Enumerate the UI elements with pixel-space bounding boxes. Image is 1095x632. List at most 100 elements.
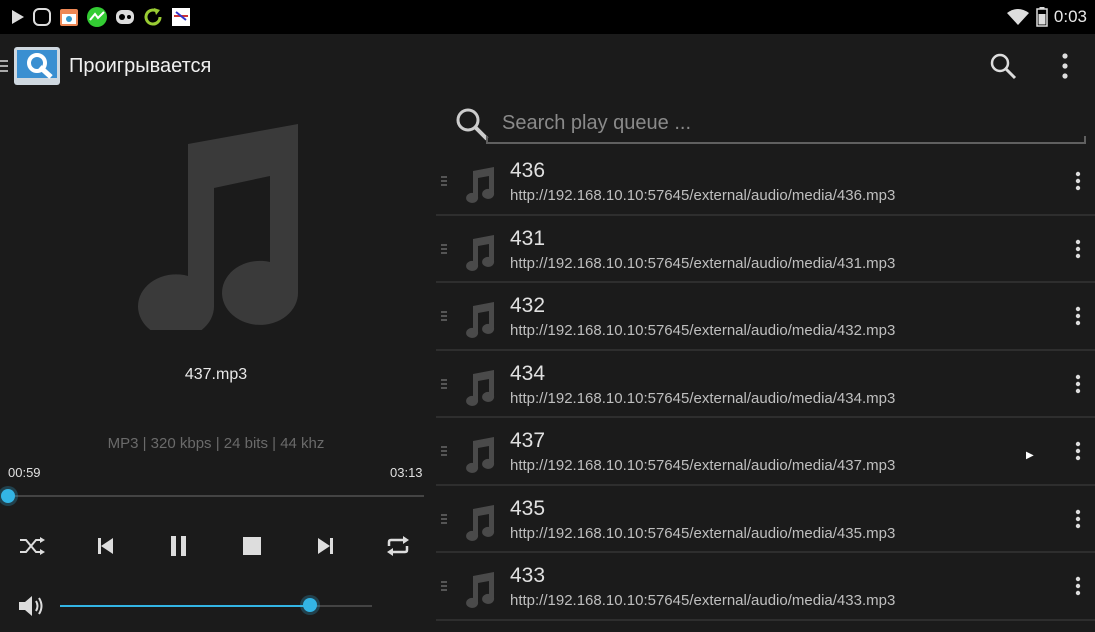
drag-handle-icon[interactable] [441,243,447,254]
action-bar-actions [989,52,1095,80]
drag-handle-icon[interactable] [441,176,447,186]
queue-item-title: 435 [510,496,546,520]
music-note-icon [466,437,495,473]
search-underline [486,136,1086,144]
battery-icon [1036,7,1048,27]
queue-item-menu-button[interactable] [1068,438,1088,464]
drag-handle-icon[interactable] [441,513,447,524]
stop-icon [243,537,261,555]
queue-item-menu-button[interactable] [1068,371,1088,397]
music-note-icon [466,234,495,271]
repeat-button[interactable] [378,526,418,566]
queue-item-menu-button[interactable] [1068,168,1088,194]
search-icon [990,53,1017,80]
now-playing-indicator-icon: ▶ [1026,450,1034,461]
overflow-menu-icon [1075,239,1081,258]
gamepad-icon [116,10,134,24]
total-time: 03:13 [390,465,423,480]
stop-button[interactable] [232,526,272,566]
queue-list: 436 http://192.168.10.10:57645/external/… [436,148,1095,621]
queue-search [436,98,1095,148]
system-icons: 0:03 [1006,7,1095,27]
previous-button[interactable] [86,526,126,566]
volume-thumb[interactable] [302,598,317,612]
queue-item-url: http://192.168.10.10:57645/external/audi… [510,187,896,204]
current-time: 00:59 [8,465,41,480]
drawer-indicator-icon[interactable] [0,60,8,72]
queue-item-url: http://192.168.10.10:57645/external/audi… [510,389,896,407]
wifi-icon [1006,9,1029,25]
music-note-icon [466,302,495,338]
overflow-menu-button[interactable] [1061,53,1069,79]
queue-item-url: http://192.168.10.10:57645/external/audi… [510,457,896,474]
track-name: 437.mp3 [184,366,248,383]
queue-item[interactable]: 431 http://192.168.10.10:57645/external/… [436,216,1095,283]
queue-item-url: http://192.168.10.10:57645/external/audi… [510,524,896,542]
refresh-icon [144,8,162,26]
next-button[interactable] [305,526,345,566]
search-icon [456,108,489,141]
drag-handle-icon[interactable] [441,311,447,321]
queue-item-title: 432 [510,294,546,317]
page-title: Проигрывается [69,54,212,77]
queue-item-menu-button[interactable] [1068,573,1088,599]
playback-controls [0,526,432,566]
queue-item-title: 433 [510,564,546,587]
queue-item-url: http://192.168.10.10:57645/external/audi… [510,254,896,272]
music-note-icon [466,369,495,406]
now-playing-panel: 437.mp3 MP3 | 320 kbps | 24 bits | 44 kh… [0,98,432,632]
stocks-icon [87,7,107,27]
queue-item-menu-button[interactable] [1068,236,1088,262]
album-art-music-note-icon [138,124,299,330]
action-bar: Проигрывается [0,34,1095,98]
queue-item[interactable]: 437 http://192.168.10.10:57645/external/… [436,418,1095,486]
overflow-menu-icon [1075,171,1081,191]
shuffle-icon [20,537,45,555]
queue-item-url: http://192.168.10.10:57645/external/audi… [510,592,896,609]
play-queue-panel: 436 http://192.168.10.10:57645/external/… [436,98,1095,632]
overflow-menu-icon [1075,576,1081,596]
drag-handle-icon[interactable] [441,581,447,591]
volume-icon[interactable] [16,592,48,620]
overflow-menu-icon [1075,374,1081,393]
overflow-menu-icon [1062,53,1068,79]
app-logo-icon[interactable] [13,46,61,86]
usb-icon [172,8,190,26]
music-note-icon [466,504,495,541]
shuffle-button[interactable] [12,526,52,566]
music-note-icon [466,572,495,608]
drag-handle-icon[interactable] [441,378,447,389]
queue-item[interactable]: 434 http://192.168.10.10:57645/external/… [436,351,1095,418]
queue-item[interactable]: 433 http://192.168.10.10:57645/external/… [436,553,1095,621]
queue-item[interactable]: 432 http://192.168.10.10:57645/external/… [436,283,1095,351]
status-bar: 0:03 [0,0,1095,34]
queue-item-url: http://192.168.10.10:57645/external/audi… [510,322,896,339]
queue-item[interactable]: 436 http://192.168.10.10:57645/external/… [436,148,1095,216]
browser-icon [33,8,51,26]
music-note-icon [466,167,495,203]
calendar-icon [60,9,78,26]
search-button[interactable] [989,52,1017,80]
volume-slider[interactable] [60,598,372,612]
seek-thumb[interactable] [1,489,15,503]
overflow-menu-icon [1075,509,1081,528]
play-icon [12,10,24,24]
queue-item-title: 431 [510,226,546,250]
notification-icons [0,6,192,28]
search-queue-input[interactable] [500,108,1084,138]
queue-item[interactable]: 435 http://192.168.10.10:57645/external/… [436,486,1095,553]
overflow-menu-icon [1075,306,1081,326]
queue-item-menu-button[interactable] [1068,506,1088,532]
clock: 0:03 [1053,7,1087,26]
overflow-menu-icon [1075,441,1081,461]
repeat-icon [387,536,409,556]
pause-button[interactable] [159,526,199,566]
drag-handle-icon[interactable] [441,446,447,456]
queue-item-menu-button[interactable] [1068,303,1088,329]
track-meta: MP3 | 320 kbps | 24 bits | 44 khz [107,435,325,452]
next-icon [318,538,333,554]
queue-item-title: 437 [510,429,546,452]
pause-icon [171,536,186,556]
seek-bar[interactable] [1,489,424,503]
queue-item-title: 434 [510,361,546,385]
